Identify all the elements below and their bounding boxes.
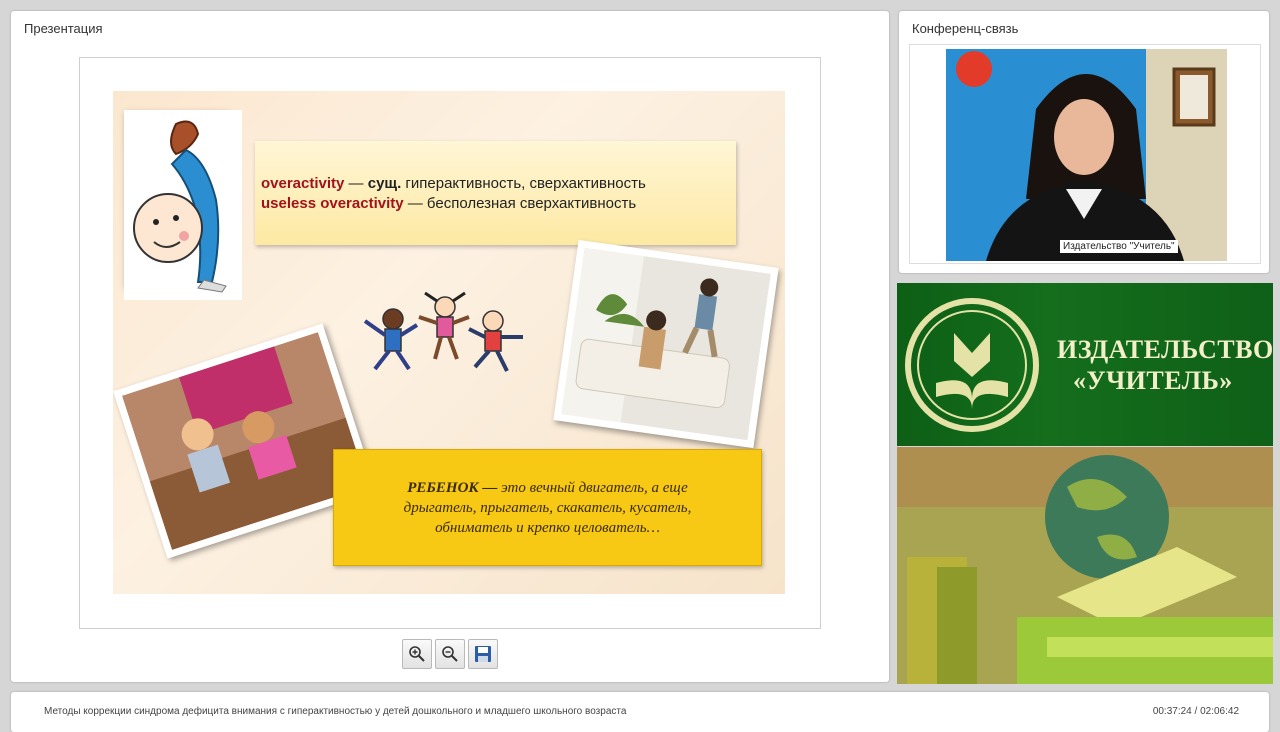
quote-line-1: РЕБЕНОК — это вечный двигатель, а еще bbox=[407, 480, 688, 496]
quote-box: РЕБЕНОК — это вечный двигатель, а еще др… bbox=[333, 449, 762, 566]
presentation-panel: Презентация overactivity — сущ. гиперакт… bbox=[11, 11, 889, 682]
zoom-in-icon bbox=[409, 646, 425, 662]
jumping-kids-image bbox=[363, 291, 523, 372]
video-feed: Издательство "Учитель" bbox=[946, 49, 1227, 261]
definition-box: overactivity — сущ. гиперактивность, све… bbox=[255, 141, 736, 245]
conference-panel-title: Конференц-связь bbox=[912, 21, 1019, 36]
video-caption: Издательство "Учитель" bbox=[1060, 240, 1178, 253]
part-of-speech: сущ. bbox=[367, 175, 402, 192]
definition-line-1: overactivity — сущ. гиперактивность, све… bbox=[261, 175, 646, 192]
video-frame[interactable]: Издательство "Учитель" bbox=[909, 44, 1261, 264]
classroom-photo-image bbox=[122, 332, 368, 550]
sofa-photo-image bbox=[561, 247, 771, 441]
webinar-title: Методы коррекции синдрома дефицита внима… bbox=[44, 706, 627, 717]
slide: overactivity — сущ. гиперактивность, све… bbox=[113, 91, 785, 594]
cartoon-boy-image bbox=[124, 110, 242, 300]
sofa-photo bbox=[553, 239, 779, 449]
definition-line-2: useless overactivity — бесполезная сверх… bbox=[261, 195, 637, 212]
playback-time: 00:37:24 / 02:06:42 bbox=[1152, 706, 1239, 717]
cartoon-boy-card bbox=[124, 110, 242, 300]
quote-line-3: обниматель и крепко целователь… bbox=[435, 520, 660, 536]
speaker-video-image bbox=[946, 49, 1227, 261]
zoom-out-icon bbox=[442, 646, 458, 662]
conference-panel: Конференц-связь Издательство "Учитель" bbox=[899, 11, 1269, 273]
term-useless-overactivity: useless overactivity bbox=[261, 195, 404, 212]
save-button[interactable] bbox=[468, 639, 498, 669]
term-overactivity: overactivity bbox=[261, 175, 345, 192]
zoom-out-button[interactable] bbox=[435, 639, 465, 669]
books-globe-image bbox=[897, 447, 1273, 684]
books-globe-illustration bbox=[897, 447, 1273, 684]
publisher-logo-icon bbox=[905, 298, 1039, 432]
quote-line-2: дрыгатель, прыгатель, скакатель, кусател… bbox=[403, 500, 692, 516]
brand-name-line-2: «УЧИТЕЛЬ» bbox=[1073, 366, 1233, 395]
save-icon bbox=[475, 646, 491, 662]
slide-frame: overactivity — сущ. гиперактивность, све… bbox=[79, 57, 821, 629]
bottom-status-bar: Методы коррекции синдрома дефицита внима… bbox=[11, 692, 1269, 732]
publisher-banner: ИЗДАТЕЛЬСТВО «УЧИТЕЛЬ» bbox=[897, 283, 1273, 446]
brand-name-line-1: ИЗДАТЕЛЬСТВО bbox=[1057, 335, 1274, 364]
zoom-in-button[interactable] bbox=[402, 639, 432, 669]
presentation-panel-title: Презентация bbox=[24, 21, 103, 36]
